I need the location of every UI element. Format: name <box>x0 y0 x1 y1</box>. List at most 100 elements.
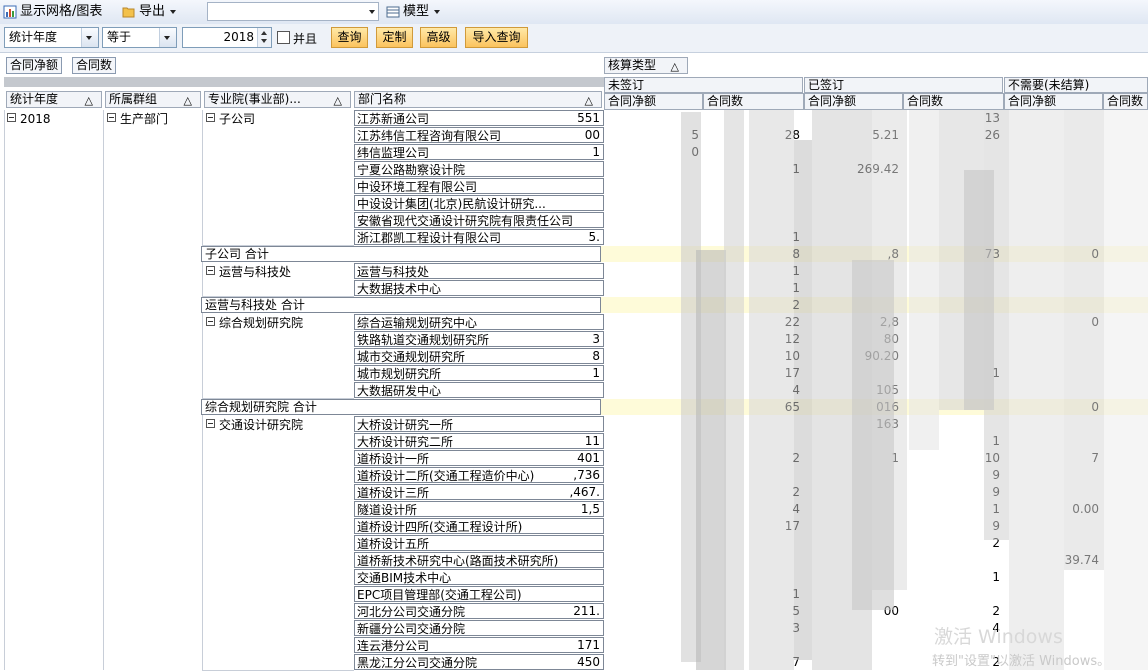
tree-node-division[interactable]: 综合规划研究院 <box>206 316 303 330</box>
model-button[interactable]: 模型 <box>386 3 441 21</box>
department-cell[interactable]: 道桥设计五所 <box>354 535 604 551</box>
department-cell[interactable]: 道桥新技术研究中心(路面技术研究所) <box>354 552 604 568</box>
collapse-icon[interactable] <box>206 266 215 275</box>
row-header-group[interactable]: 所属群组 △ <box>105 91 201 108</box>
filter-operator-select[interactable]: 等于 <box>102 27 177 48</box>
department-cell[interactable]: 运营与科技处 <box>354 263 604 279</box>
column-group-not-needed[interactable]: 不需要(未结算) <box>1004 77 1148 93</box>
data-field-chip-amount[interactable]: 合同净额 <box>6 57 63 74</box>
department-cell[interactable]: 综合运输规划研究中心 <box>354 314 604 330</box>
value-cell[interactable]: 1,5 <box>504 501 600 517</box>
query-button[interactable]: 查询 <box>331 27 368 48</box>
tree-node-label: 运营与科技处 <box>219 265 292 279</box>
row-header-division[interactable]: 专业院(事业部)... △ <box>204 91 351 108</box>
value-cell[interactable]: 1 <box>504 365 600 381</box>
subtotal-label: 子公司 合计 <box>201 246 601 262</box>
measure-header-count[interactable]: 合同数 <box>903 93 1004 110</box>
row-header-department[interactable]: 部门名称 △ <box>354 91 602 108</box>
sort-triangle-icon: △ <box>183 94 192 107</box>
tree-node-division[interactable]: 交通设计研究院 <box>206 418 303 432</box>
value-cell[interactable]: 1 <box>904 569 1000 585</box>
filter-value-spinner[interactable]: 2018 <box>182 27 272 48</box>
tree-node-group[interactable]: 生产部门 <box>107 112 168 126</box>
grid-chart-icon <box>3 5 17 19</box>
value-cell[interactable]: 1 <box>504 144 600 160</box>
department-cell[interactable]: 大数据技术中心 <box>354 280 604 296</box>
value-cell[interactable]: 00 <box>504 127 600 143</box>
column-field-header[interactable]: 核算类型 △ <box>604 57 688 74</box>
value-cell[interactable]: 450 <box>504 654 600 670</box>
department-cell[interactable]: 大桥设计研究一所 <box>354 416 604 432</box>
measure-header-count[interactable]: 合同数 <box>1103 93 1148 110</box>
row-header-year[interactable]: 统计年度 △ <box>6 91 102 108</box>
department-cell[interactable]: EPC项目管理部(交通工程公司) <box>354 586 604 602</box>
measure-header-amount[interactable]: 合同净额 <box>1004 93 1103 110</box>
collapse-icon[interactable] <box>206 419 215 428</box>
department-cell[interactable]: 大数据研发中心 <box>354 382 604 398</box>
collapse-icon[interactable] <box>206 317 215 326</box>
filter-operator-value: 等于 <box>107 30 132 44</box>
sort-triangle-icon: △ <box>84 94 93 107</box>
filter-value: 2018 <box>223 30 254 44</box>
measure-header-amount[interactable]: 合同净额 <box>604 93 703 110</box>
tree-node-division[interactable]: 子公司 <box>206 112 255 126</box>
column-group-signed[interactable]: 已签订 <box>804 77 1003 93</box>
department-cell[interactable]: 安徽省现代交通设计研究院有限责任公司 <box>354 212 604 228</box>
sort-triangle-icon: △ <box>584 94 593 107</box>
redaction-block <box>724 110 744 670</box>
spin-down-icon[interactable] <box>261 39 267 43</box>
value-cell[interactable]: 8 <box>504 348 600 364</box>
department-cell[interactable]: 中设设计集团(北京)民航设计研究... <box>354 195 604 211</box>
redaction-block <box>1104 110 1148 670</box>
department-cell[interactable]: 宁夏公路勘察设计院 <box>354 161 604 177</box>
redaction-block <box>1009 110 1064 670</box>
model-label: 模型 <box>403 4 430 19</box>
advanced-button[interactable]: 高级 <box>420 27 457 48</box>
measure-header-count[interactable]: 合同数 <box>703 93 804 110</box>
filter-bar: 统计年度 等于 2018 并且 查询 定制 高级 导入查询 <box>0 24 1148 53</box>
filter-field-select[interactable]: 统计年度 <box>4 27 99 48</box>
spinner-buttons[interactable] <box>257 28 271 47</box>
chevron-down-icon <box>434 10 441 14</box>
tree-node-year[interactable]: 2018 <box>7 112 51 126</box>
model-combo[interactable] <box>207 2 379 21</box>
data-field-chip-count[interactable]: 合同数 <box>72 57 117 74</box>
show-grid-chart-button[interactable]: 显示网格/图表 <box>3 3 102 21</box>
measure-header-amount[interactable]: 合同净额 <box>804 93 903 110</box>
value-cell[interactable]: 3 <box>504 331 600 347</box>
spin-up-icon[interactable] <box>261 31 267 35</box>
import-query-button[interactable]: 导入查询 <box>465 27 528 48</box>
value-cell[interactable]: ,467. <box>504 484 600 500</box>
dropdown-button[interactable] <box>159 28 176 47</box>
collapse-icon[interactable] <box>206 113 215 122</box>
redaction-block <box>964 170 994 410</box>
value-cell[interactable]: ,736 <box>504 467 600 483</box>
department-cell[interactable]: 中设环境工程有限公司 <box>354 178 604 194</box>
row-header-label: 专业院(事业部)... <box>208 92 301 106</box>
collapse-icon[interactable] <box>7 113 16 122</box>
value-cell[interactable]: 551 <box>504 110 600 126</box>
value-cell[interactable]: 11 <box>504 433 600 449</box>
column-group-unsigned[interactable]: 未签订 <box>604 77 803 93</box>
department-cell[interactable]: 交通BIM技术中心 <box>354 569 604 585</box>
value-cell[interactable]: 211. <box>504 603 600 619</box>
activation-watermark-title: 激活 Windows <box>934 626 1063 648</box>
department-cell[interactable]: 新疆分公司交通分院 <box>354 620 604 636</box>
tree-node-division[interactable]: 运营与科技处 <box>206 265 291 279</box>
customize-button[interactable]: 定制 <box>376 27 413 48</box>
value-cell[interactable]: 2 <box>904 603 1000 619</box>
redaction-block <box>852 260 894 610</box>
value-cell[interactable]: 401 <box>504 450 600 466</box>
collapse-icon[interactable] <box>107 113 116 122</box>
tree-node-label: 子公司 <box>219 112 256 126</box>
value-cell[interactable]: 171 <box>504 637 600 653</box>
tree-node-label: 交通设计研究院 <box>219 418 304 432</box>
and-checkbox[interactable] <box>277 31 290 44</box>
department-cell[interactable]: 道桥设计四所(交通工程设计所) <box>354 518 604 534</box>
redaction-block <box>794 140 812 660</box>
dropdown-button[interactable] <box>81 28 98 47</box>
sort-triangle-icon: △ <box>333 94 342 107</box>
subtotal-label: 运营与科技处 合计 <box>201 297 601 313</box>
value-cell[interactable]: 5. <box>504 229 600 245</box>
export-button[interactable]: 导出 <box>122 3 177 21</box>
